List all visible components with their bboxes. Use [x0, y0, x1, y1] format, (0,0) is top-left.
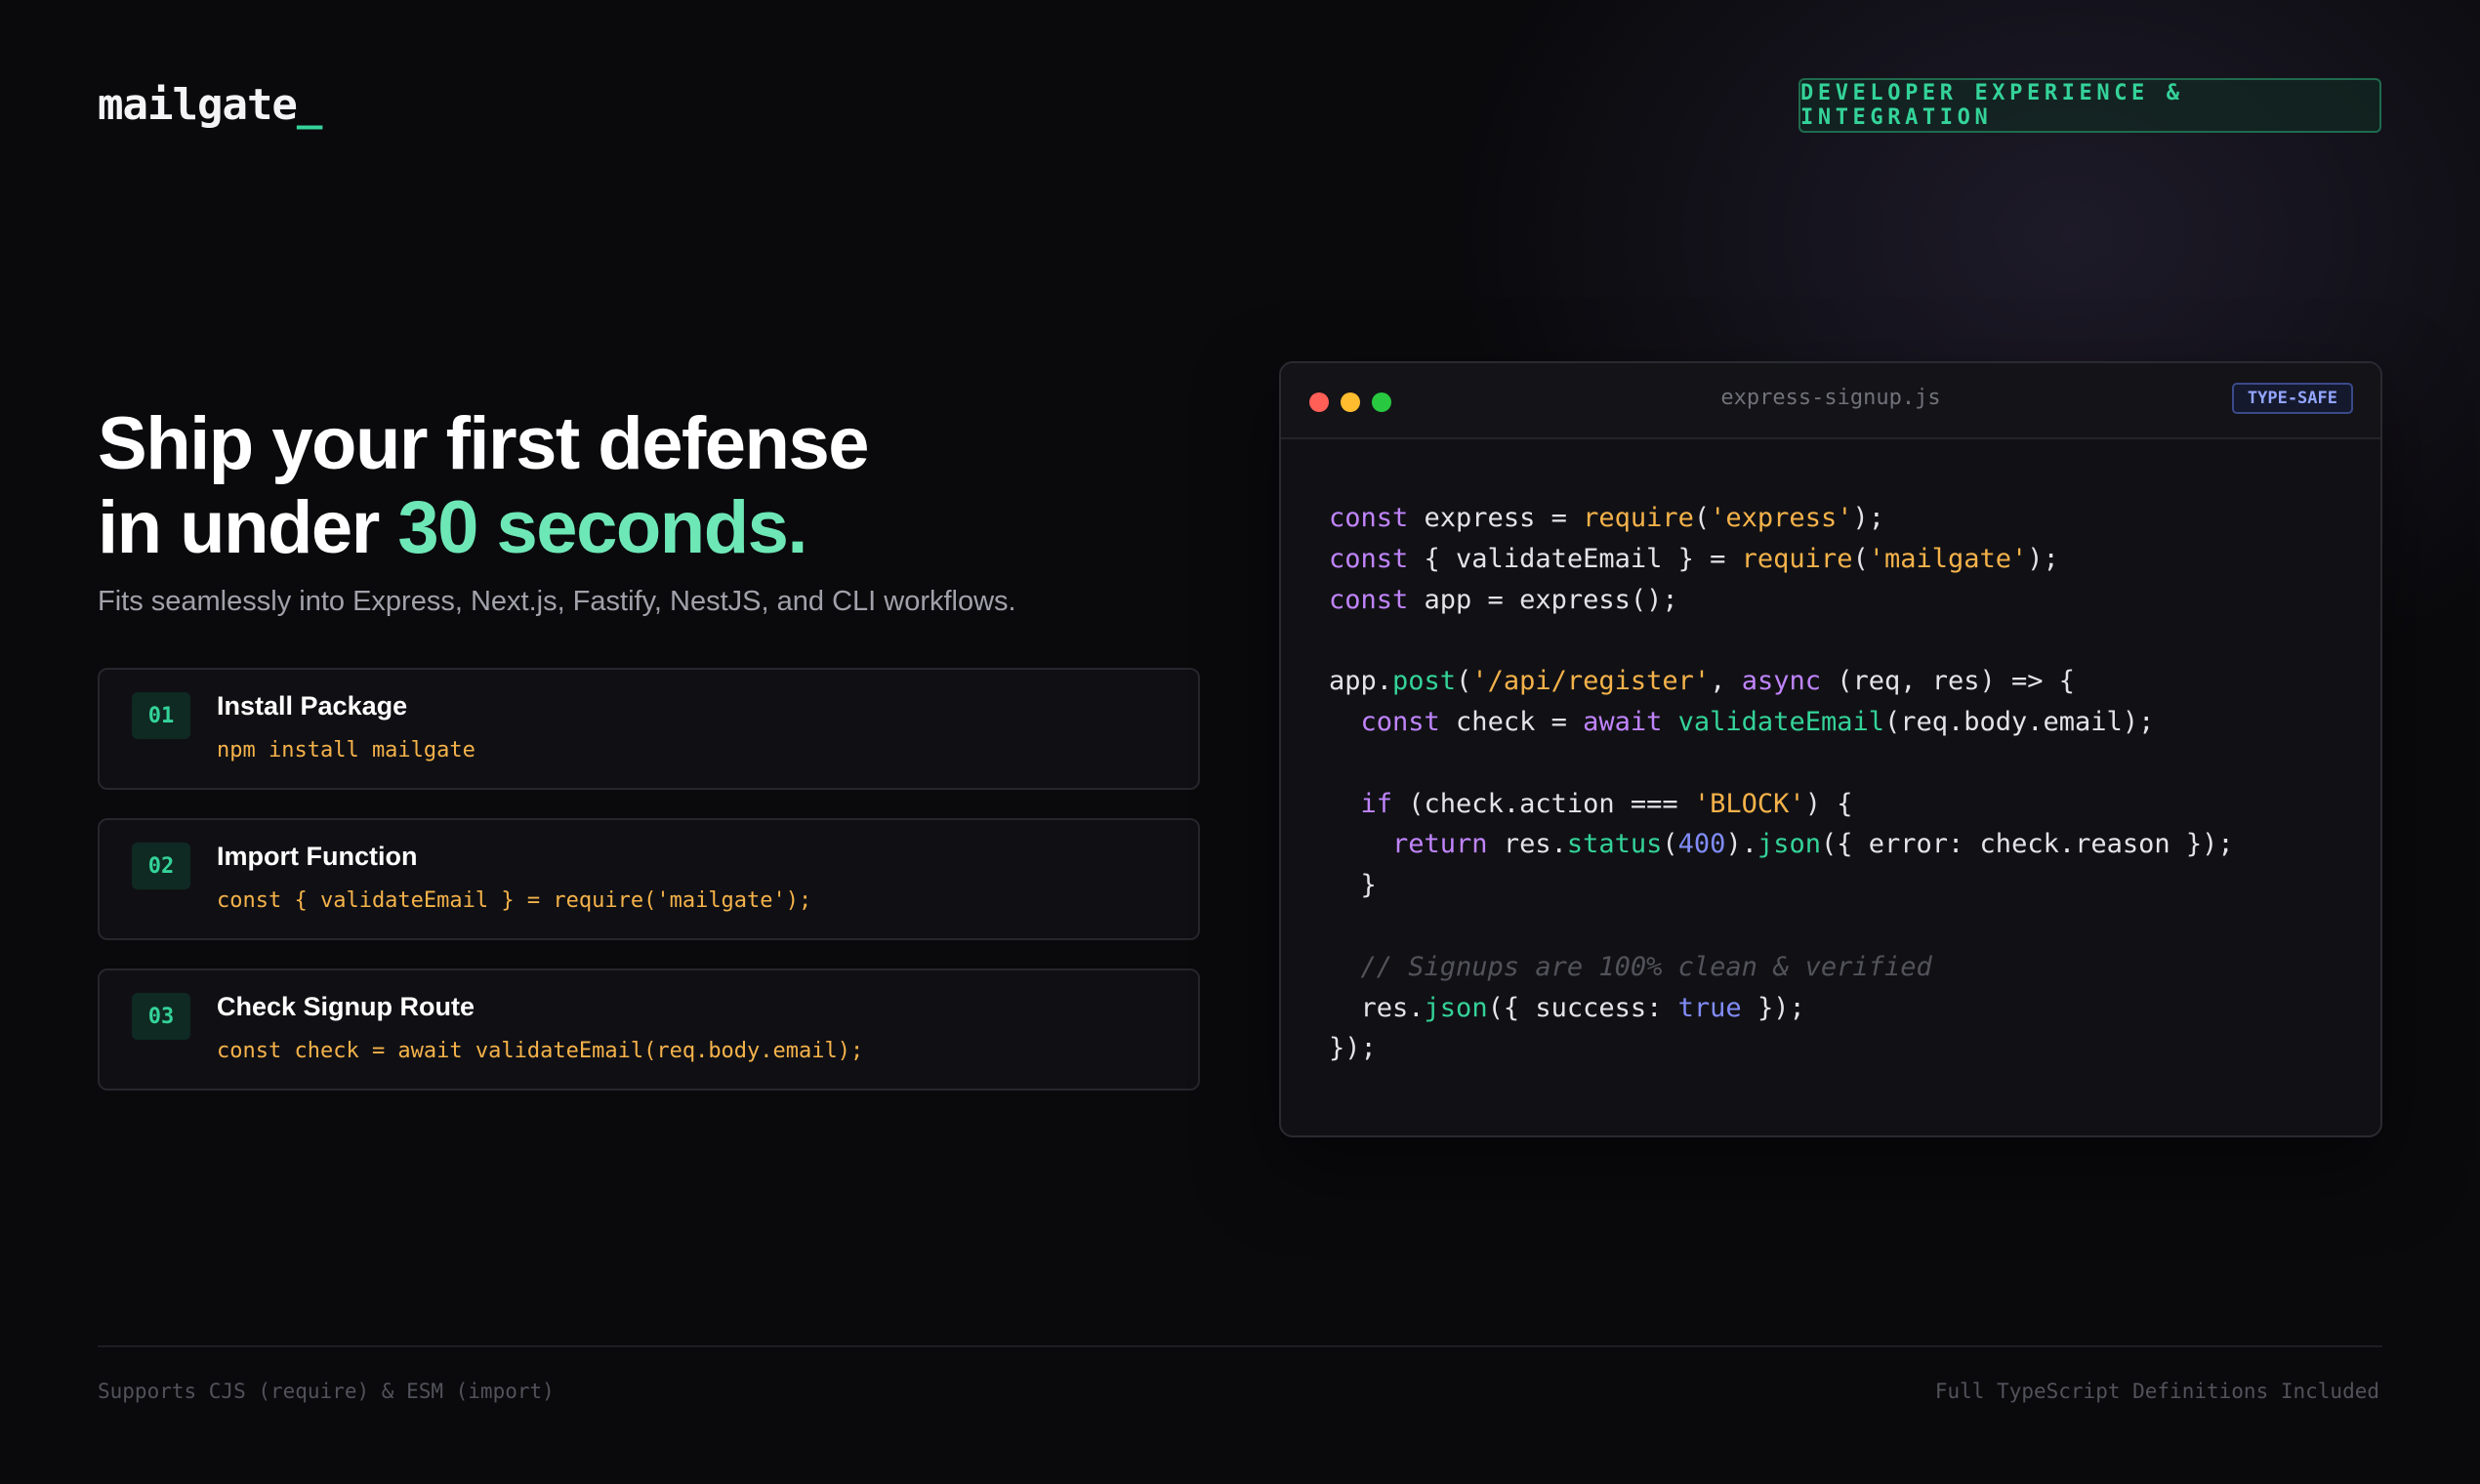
code-line: const app = express(); — [1329, 584, 1678, 615]
type-safe-badge: TYPE-SAFE — [2231, 383, 2353, 414]
section-badge: DEVELOPER EXPERIENCE & INTEGRATION — [1798, 78, 2381, 133]
step-code: npm install mailgate — [217, 738, 475, 763]
footer-typescript-note: Full TypeScript Definitions Included — [1934, 1380, 2379, 1403]
headline-line-2-prefix: in under — [98, 486, 398, 569]
code-line: app.post('/api/register', async (req, re… — [1329, 666, 2076, 697]
code-line: const express = require('express'); — [1329, 503, 1884, 533]
step-code: const { validateEmail } = require('mailg… — [217, 888, 812, 913]
code-line: if (check.action === 'BLOCK') { — [1360, 788, 1853, 819]
headline-line-1: Ship your first defense — [98, 402, 870, 485]
step-card-import: 02 Import Function const { validateEmail… — [98, 818, 1200, 940]
brand-name: mailgate — [98, 80, 298, 130]
code-line: const { validateEmail } = require('mailg… — [1329, 543, 2059, 574]
code-line: return res.status(400).json({ error: che… — [1392, 829, 2234, 860]
step-title: Check Signup Route — [217, 992, 475, 1021]
editor-titlebar: express-signup.js TYPE-SAFE — [1281, 363, 2380, 439]
step-number: 01 — [132, 692, 190, 739]
code-line: // Signups are 100% clean & verified — [1329, 951, 1932, 982]
footer-divider — [98, 1345, 2382, 1347]
brand-cursor: _ — [296, 80, 322, 130]
code-line: }); — [1329, 1033, 1377, 1064]
code-editor-window: express-signup.js TYPE-SAFE const expres… — [1279, 361, 2382, 1137]
code-line: const check = await validateEmail(req.bo… — [1360, 706, 2155, 737]
step-number: 03 — [132, 993, 190, 1040]
footer-module-support: Supports CJS (require) & ESM (import) — [98, 1380, 555, 1403]
step-title: Install Package — [217, 691, 408, 721]
brand-logo[interactable]: mailgate_ — [98, 80, 322, 130]
step-card-check: 03 Check Signup Route const check = awai… — [98, 969, 1200, 1091]
editor-filename: express-signup.js — [1720, 386, 1941, 410]
headline-accent: 30 seconds. — [397, 486, 807, 569]
hero-subtitle: Fits seamlessly into Express, Next.js, F… — [98, 586, 1016, 617]
code-block: const express = require('express'); cons… — [1329, 498, 2234, 1069]
step-card-install: 01 Install Package npm install mailgate — [98, 668, 1200, 790]
step-title: Import Function — [217, 842, 418, 871]
step-code: const check = await validateEmail(req.bo… — [217, 1039, 864, 1063]
hero-headline: Ship your first defense in under 30 secon… — [98, 402, 870, 570]
step-number: 02 — [132, 843, 190, 889]
code-line: res.json({ success: true }); — [1329, 992, 1805, 1023]
code-line: } — [1329, 870, 1377, 901]
